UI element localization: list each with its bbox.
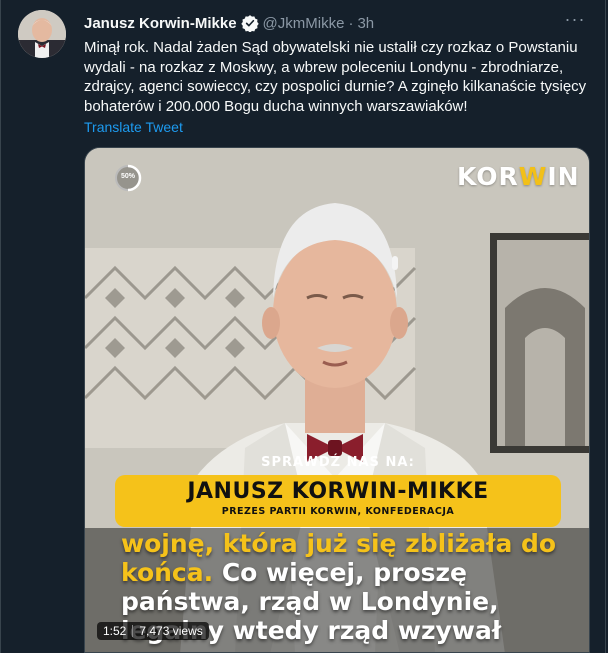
video-player[interactable]: 50% KORWIN SPRAWDŹ NAS NA: JANUSZ KORWIN… bbox=[84, 147, 590, 653]
banner-name: JANUSZ KORWIN-MIKKE bbox=[187, 479, 489, 504]
progress-label: 50% bbox=[120, 173, 135, 180]
verified-badge-icon bbox=[240, 14, 259, 33]
video-stats: 1:52 7,473 views bbox=[97, 622, 209, 640]
more-options-icon[interactable]: ··· bbox=[563, 10, 587, 32]
tweet-text: Minął rok. Nadal żaden Sąd obywatelski n… bbox=[84, 39, 587, 115]
tweet-timestamp[interactable]: 3h bbox=[357, 15, 374, 32]
name-banner: JANUSZ KORWIN-MIKKE PREZES PARTII KORWIN… bbox=[115, 475, 561, 527]
tweet[interactable]: Janusz Korwin-Mikke @JkmMikke · 3h ··· M… bbox=[0, 0, 606, 653]
korwin-logo: KORWIN bbox=[457, 162, 580, 191]
banner-subtitle: PREZES PARTII KORWIN, KONFEDERACJA bbox=[221, 506, 455, 517]
stats-divider bbox=[132, 625, 134, 637]
check-us-label: SPRAWDŹ NAS NA: bbox=[261, 455, 415, 470]
author-avatar[interactable] bbox=[18, 10, 66, 58]
avatar-image bbox=[18, 10, 66, 58]
logo-suffix: IN bbox=[547, 162, 580, 191]
logo-accent: W bbox=[518, 162, 548, 191]
separator-dot: · bbox=[348, 14, 354, 32]
logo-prefix: KOR bbox=[457, 162, 519, 191]
translate-tweet-link[interactable]: Translate Tweet bbox=[84, 119, 183, 135]
video-views: 7,473 views bbox=[139, 624, 203, 638]
tweet-header: Janusz Korwin-Mikke @JkmMikke · 3h bbox=[84, 13, 374, 33]
author-name[interactable]: Janusz Korwin-Mikke bbox=[84, 15, 237, 32]
video-duration: 1:52 bbox=[103, 624, 127, 638]
author-handle[interactable]: @JkmMikke bbox=[263, 15, 345, 32]
